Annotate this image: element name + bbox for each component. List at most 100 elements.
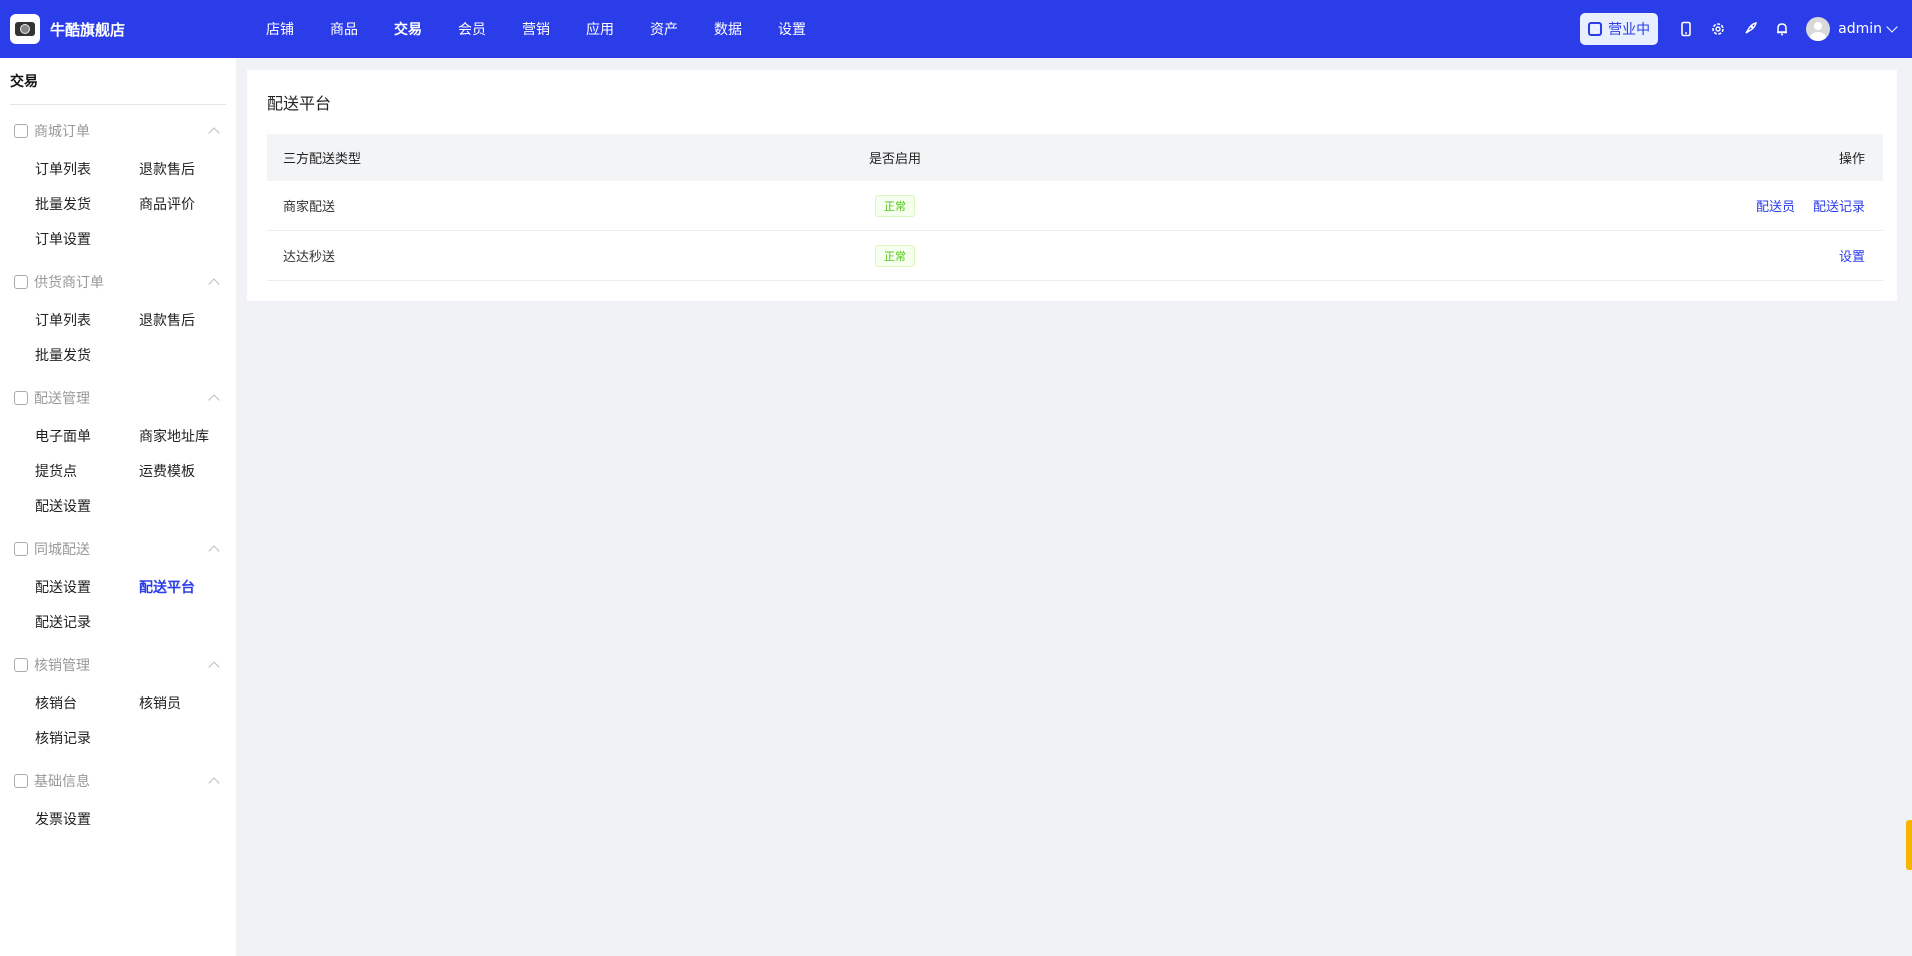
- sidebar-group-label: 核销管理: [34, 658, 90, 674]
- sidebar-group-label: 供货商订单: [34, 275, 104, 291]
- enabled-cell: 正常: [815, 194, 975, 217]
- action-link[interactable]: 设置: [1839, 250, 1865, 265]
- sidebar-item[interactable]: 退款售后: [139, 302, 243, 337]
- sidebar-item[interactable]: 发票设置: [35, 801, 139, 836]
- chevron-up-icon[interactable]: [208, 278, 220, 290]
- status-badge: 正常: [875, 194, 915, 217]
- action-link[interactable]: 配送记录: [1813, 200, 1865, 215]
- sidebar-group: 供货商订单订单列表 退款售后 批量发货: [0, 262, 236, 372]
- sidebar-item[interactable]: 配送设置: [35, 488, 139, 523]
- column-header-enabled: 是否启用: [868, 152, 921, 167]
- sidebar-group-items: 订单列表 退款售后 批量发货: [0, 302, 236, 372]
- sidebar-item[interactable]: 批量发货: [35, 337, 139, 372]
- sidebar-group: 同城配送配送设置 配送平台 配送记录: [0, 529, 236, 639]
- delivery-icon: [14, 391, 28, 405]
- top-header: 牛酷旗舰店 店铺 商品 交易 会员 营销 应用 资产 数据 设置 营业中 admin: [0, 0, 1912, 58]
- header-actions: 营业中 admin: [1580, 0, 1898, 58]
- sidebar-item[interactable]: 批量发货: [35, 186, 139, 221]
- sidebar-group: 商城订单 订单列表 退款售后 批量发货 商品评价 订单设置: [0, 111, 236, 256]
- sidebar-group-label: 同城配送: [34, 542, 90, 558]
- sidebar-group-items: 发票设置: [0, 801, 236, 836]
- sidebar-item[interactable]: 订单列表: [35, 151, 139, 186]
- store-icon: [1588, 22, 1603, 36]
- mobile-icon[interactable]: [1678, 21, 1694, 37]
- column-header-actions: 操作: [1838, 152, 1865, 167]
- sidebar-item[interactable]: 配送设置: [35, 569, 139, 604]
- bell-icon[interactable]: [1774, 21, 1790, 37]
- delivery-platform-card: 配送平台 三方配送类型 是否启用 操作 商家配送 正常 配送员 配送记录 达达秒送 正常设…: [247, 70, 1897, 301]
- sidebar-group: 核销管理 核销台 核销员 核销记录: [0, 645, 236, 755]
- sidebar-item[interactable]: 订单列表: [35, 302, 139, 337]
- sidebar-group-header[interactable]: 基础信息: [0, 761, 236, 801]
- sidebar-item[interactable]: 退款售后: [139, 151, 243, 186]
- top-nav-item[interactable]: 设置: [760, 19, 824, 39]
- sidebar-group-label: 配送管理: [34, 391, 90, 407]
- sidebar-item[interactable]: 配送平台: [139, 569, 243, 604]
- sidebar-item[interactable]: 订单设置: [35, 221, 139, 256]
- chevron-up-icon[interactable]: [208, 777, 220, 789]
- sidebar: 交易 商城订单 订单列表 退款售后 批量发货 商品评价 订单设置供货商订单订单列表 退款售后…: [0, 58, 236, 956]
- business-status-button[interactable]: 营业中: [1580, 13, 1659, 45]
- action-link[interactable]: 配送员: [1756, 200, 1795, 215]
- status-label: 营业中: [1608, 22, 1651, 38]
- sidebar-group-header[interactable]: 核销管理: [0, 645, 236, 685]
- sidebar-item[interactable]: 核销记录: [35, 720, 139, 755]
- sidebar-item[interactable]: 核销台: [35, 685, 139, 720]
- sidebar-group-header[interactable]: 配送管理: [0, 378, 236, 418]
- sidebar-group: 配送管理电子面单 商家地址库 提货点 运费模板 配送设置: [0, 378, 236, 523]
- top-nav-item[interactable]: 资产: [632, 19, 696, 39]
- delivery-type-cell: 达达秒送: [283, 250, 336, 265]
- supplier-icon: [14, 275, 28, 289]
- sidebar-item[interactable]: 运费模板: [139, 453, 243, 488]
- top-nav-item[interactable]: 会员: [440, 19, 504, 39]
- page-title: 配送平台: [267, 94, 332, 113]
- top-nav-item[interactable]: 营销: [504, 19, 568, 39]
- sidebar-group-label: 基础信息: [34, 774, 90, 790]
- delivery-table: 三方配送类型 是否启用 操作 商家配送 正常 配送员 配送记录 达达秒送 正常 设置: [267, 134, 1883, 281]
- actions-cell: 设置: [975, 246, 1883, 265]
- top-nav-item[interactable]: 应用: [568, 19, 632, 39]
- verify-icon: [14, 658, 28, 672]
- top-nav-item[interactable]: 数据: [696, 19, 760, 39]
- sidebar-item[interactable]: 核销员: [139, 685, 243, 720]
- chevron-up-icon[interactable]: [208, 394, 220, 406]
- sidebar-item[interactable]: 电子面单: [35, 418, 139, 453]
- sidebar-divider: [10, 104, 226, 105]
- top-nav-item[interactable]: 交易: [376, 19, 440, 39]
- enabled-cell: 正常: [815, 244, 975, 267]
- top-nav-item[interactable]: 店铺: [248, 19, 312, 39]
- sidebar-item[interactable]: 商家地址库: [139, 418, 243, 453]
- order-icon: [14, 124, 28, 138]
- chevron-up-icon[interactable]: [208, 661, 220, 673]
- table-row: 商家配送 正常 配送员 配送记录: [267, 181, 1883, 231]
- sidebar-item[interactable]: 配送记录: [35, 604, 139, 639]
- sidebar-group-header[interactable]: 商城订单: [0, 111, 236, 151]
- sidebar-group-items: 配送设置 配送平台 配送记录: [0, 569, 236, 639]
- top-nav-item[interactable]: 商品: [312, 19, 376, 39]
- camera-logo: [10, 14, 40, 44]
- chevron-down-icon[interactable]: [1886, 21, 1898, 33]
- sidebar-group-header[interactable]: 同城配送: [0, 529, 236, 569]
- sidebar-group: 基础信息 发票设置: [0, 761, 236, 836]
- column-header-type: 三方配送类型: [283, 152, 362, 167]
- brand[interactable]: 牛酷旗舰店: [0, 14, 248, 44]
- table-header: 三方配送类型 是否启用 操作: [267, 134, 1883, 181]
- rocket-icon[interactable]: [1742, 21, 1758, 37]
- sidebar-item[interactable]: 提货点: [35, 453, 139, 488]
- chevron-up-icon[interactable]: [208, 127, 220, 139]
- avatar[interactable]: [1806, 17, 1831, 41]
- username[interactable]: admin: [1838, 21, 1882, 37]
- brand-name: 牛酷旗舰店: [50, 20, 126, 39]
- sidebar-groups: 商城订单 订单列表 退款售后 批量发货 商品评价 订单设置供货商订单订单列表 退款售后 批量发…: [0, 111, 236, 836]
- info-icon: [14, 774, 28, 788]
- floating-side-tab[interactable]: [1906, 820, 1912, 870]
- actions-cell: 配送员 配送记录: [975, 196, 1883, 215]
- chevron-up-icon[interactable]: [208, 545, 220, 557]
- gear-icon[interactable]: [1710, 21, 1726, 37]
- top-nav: 店铺 商品 交易 会员 营销 应用 资产 数据 设置: [248, 19, 824, 39]
- sidebar-title: 交易: [10, 74, 38, 90]
- sidebar-group-header[interactable]: 供货商订单: [0, 262, 236, 302]
- sidebar-item[interactable]: 商品评价: [139, 186, 243, 221]
- sidebar-group-items: 电子面单 商家地址库 提货点 运费模板 配送设置: [0, 418, 236, 523]
- status-badge: 正常: [875, 244, 915, 267]
